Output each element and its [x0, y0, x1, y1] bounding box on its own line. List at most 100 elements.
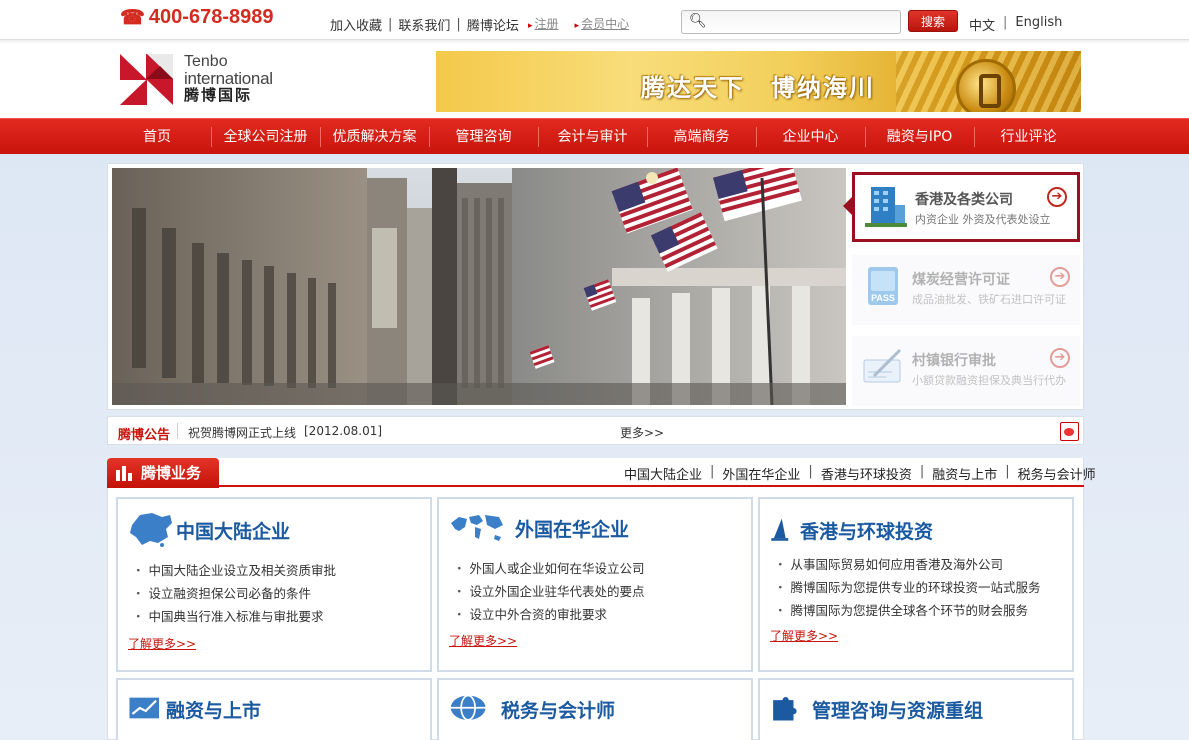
business-link-foreign[interactable]: 外国在华企业 [722, 464, 800, 483]
card-item-link[interactable]: 设立中外合资的审批要求 [470, 607, 608, 622]
slider-photo[interactable] [112, 168, 846, 405]
separator: | [919, 464, 925, 479]
slider-tab-subtitle: 小额贷款融资担保及典当行代办 [912, 374, 1066, 387]
slider-tab-hk-companies[interactable]: 香港及各类公司 内资企业 外资及代表处设立 ➔ [852, 172, 1080, 242]
announcement-title: 腾博公告 [118, 428, 171, 443]
logo-name-line1: Tenbo [184, 53, 228, 70]
member-center-link[interactable]: 会员中心 [575, 15, 629, 32]
card-item-link[interactable]: 设立外国企业驻华代表处的要点 [470, 584, 645, 599]
announcement-bar: 腾博公告 祝贺腾博网正式上线 [2012.08.01] 更多>> [107, 416, 1084, 445]
business-card-financing: 融资与上市 [116, 678, 432, 740]
forum-link[interactable]: 腾博论坛 [467, 15, 519, 34]
china-map-icon [130, 513, 172, 547]
slider-tab-title: 村镇银行审批 [912, 353, 996, 369]
card-title: 外国在华企业 [515, 519, 630, 541]
logo-text: Tenbo international 腾博国际 [184, 54, 273, 105]
search-input[interactable] [708, 13, 896, 31]
add-favorite-link[interactable]: 加入收藏 [330, 15, 382, 34]
learn-more-link[interactable]: 了解更多>> [770, 627, 838, 644]
separator: | [388, 17, 393, 32]
contact-us-link[interactable]: 联系我们 [398, 15, 450, 34]
nav-item-solutions[interactable]: 优质解决方案 [320, 119, 429, 155]
business-link-hk-global[interactable]: 香港与环球投资 [821, 464, 912, 483]
pass-card-icon: PASS [868, 267, 898, 305]
separator: | [456, 17, 461, 32]
logo-mark[interactable] [120, 54, 173, 105]
hotline: ☎ 400-678-8989 [120, 6, 273, 29]
business-link-mainland[interactable]: 中国大陆企业 [624, 464, 702, 483]
card-title: 管理咨询与资源重组 [812, 700, 984, 722]
top-links: 加入收藏 | 联系我们 | 腾博论坛 [330, 15, 519, 34]
business-card-foreign: 外国在华企业 外国人或企业如何在华设立公司 设立外国企业驻华代表处的要点 设立中… [437, 497, 753, 672]
nav-item-consulting[interactable]: 管理咨询 [429, 119, 538, 155]
search-button[interactable]: 搜索 [908, 10, 958, 32]
announcement-link[interactable]: 祝贺腾博网正式上线 [188, 424, 296, 441]
search-icon: 🔍︎ [689, 13, 707, 29]
bar-chart-icon [116, 466, 132, 481]
world-map-icon [451, 515, 503, 541]
cheque-pen-icon [863, 348, 902, 383]
sail-icon [771, 518, 789, 541]
learn-more-link[interactable]: 了解更多>> [128, 635, 196, 652]
nav-item-enterprise[interactable]: 企业中心 [756, 119, 865, 155]
nav-item-ipo[interactable]: 融资与IPO [865, 119, 974, 155]
slider-tab-coal-license[interactable]: PASS 煤炭经营许可证 成品油批发、铁矿石进口许可证 ➔ [852, 255, 1080, 325]
card-item-link[interactable]: 腾博国际为您提供专业的环球投资一站式服务 [791, 580, 1041, 595]
announcement-date: [2012.08.01] [304, 424, 383, 438]
search-box: 🔍︎ [681, 10, 901, 34]
card-title: 税务与会计师 [501, 700, 616, 722]
card-item-link[interactable]: 中国大陆企业设立及相关资质审批 [149, 563, 337, 578]
slider-tab-subtitle: 成品油批发、铁矿石进口许可证 [912, 293, 1066, 306]
arrow-right-icon: ➔ [1050, 267, 1070, 287]
language-switch: 中文 | English [969, 15, 1062, 34]
phone-icon: ☎ [120, 6, 145, 29]
logo-name-line2: international [184, 69, 273, 88]
globe-icon [450, 694, 486, 721]
banner-slogan: 腾达天下 博纳海川 [641, 74, 875, 102]
lang-english-link[interactable]: English [1015, 15, 1062, 34]
separator: | [808, 464, 813, 479]
nav-item-industry[interactable]: 行业评论 [974, 119, 1083, 155]
main-nav: 首页 全球公司注册 优质解决方案 管理咨询 会计与审计 高端商务 企业中心 融资… [0, 118, 1189, 154]
divider [177, 423, 178, 439]
arrow-right-icon: ➔ [1050, 348, 1070, 368]
nav-item-home[interactable]: 首页 [103, 119, 211, 155]
nav-item-business[interactable]: 高端商务 [647, 119, 756, 155]
business-card-tax: 税务与会计师 [437, 678, 753, 740]
business-tab: 腾博业务 [107, 458, 219, 488]
card-item-link[interactable]: 外国人或企业如何在华设立公司 [470, 561, 645, 576]
register-link[interactable]: 注册 [528, 15, 559, 32]
separator: | [710, 464, 715, 479]
slider-tab-village-bank[interactable]: 村镇银行审批 小额贷款融资担保及典当行代办 ➔ [852, 336, 1080, 406]
card-list: 从事国际贸易如何应用香港及海外公司 腾博国际为您提供专业的环球投资一站式服务 腾… [774, 553, 1041, 622]
card-item-link[interactable]: 腾博国际为您提供全球各个环节的财会服务 [791, 603, 1029, 618]
business-card-mainland: 中国大陆企业 中国大陆企业设立及相关资质审批 设立融资担保公司必备的条件 中国典… [116, 497, 432, 672]
building-icon [865, 187, 907, 227]
weibo-icon[interactable] [1060, 422, 1079, 441]
business-links: 中国大陆企业 | 外国在华企业 | 香港与环球投资 | 融资与上市 | 税务与会… [624, 464, 1096, 483]
card-item-link[interactable]: 设立融资担保公司必备的条件 [149, 586, 312, 601]
learn-more-link[interactable]: 了解更多>> [449, 632, 517, 649]
lang-chinese-link[interactable]: 中文 [969, 15, 995, 34]
chart-up-icon [129, 697, 160, 719]
separator: | [1003, 15, 1008, 30]
account-links: 注册 会员中心 [528, 15, 630, 32]
header-banner[interactable]: 腾达天下 博纳海川 [436, 51, 1081, 112]
logo-name-chinese: 腾博国际 [184, 87, 253, 104]
card-item-link[interactable]: 从事国际贸易如何应用香港及海外公司 [791, 557, 1004, 572]
nav-item-global-registration[interactable]: 全球公司注册 [211, 119, 320, 155]
card-title: 融资与上市 [166, 700, 262, 722]
card-title: 中国大陆企业 [176, 521, 291, 543]
business-link-tax[interactable]: 税务与会计师 [1018, 464, 1096, 483]
slider-tab-title: 煤炭经营许可证 [912, 272, 1010, 288]
card-title: 香港与环球投资 [800, 521, 934, 543]
svg-text:PASS: PASS [871, 293, 895, 303]
announcement-more-link[interactable]: 更多>> [620, 424, 664, 441]
business-link-financing[interactable]: 融资与上市 [932, 464, 997, 483]
slider-tab-title: 香港及各类公司 [915, 192, 1013, 208]
nav-item-accounting[interactable]: 会计与审计 [538, 119, 647, 155]
card-item-link[interactable]: 中国典当行准入标准与审批要求 [149, 609, 324, 624]
coin-icon [956, 59, 1016, 112]
business-card-consulting: 管理咨询与资源重组 [758, 678, 1074, 740]
slider-tab-subtitle: 内资企业 外资及代表处设立 [915, 213, 1051, 226]
